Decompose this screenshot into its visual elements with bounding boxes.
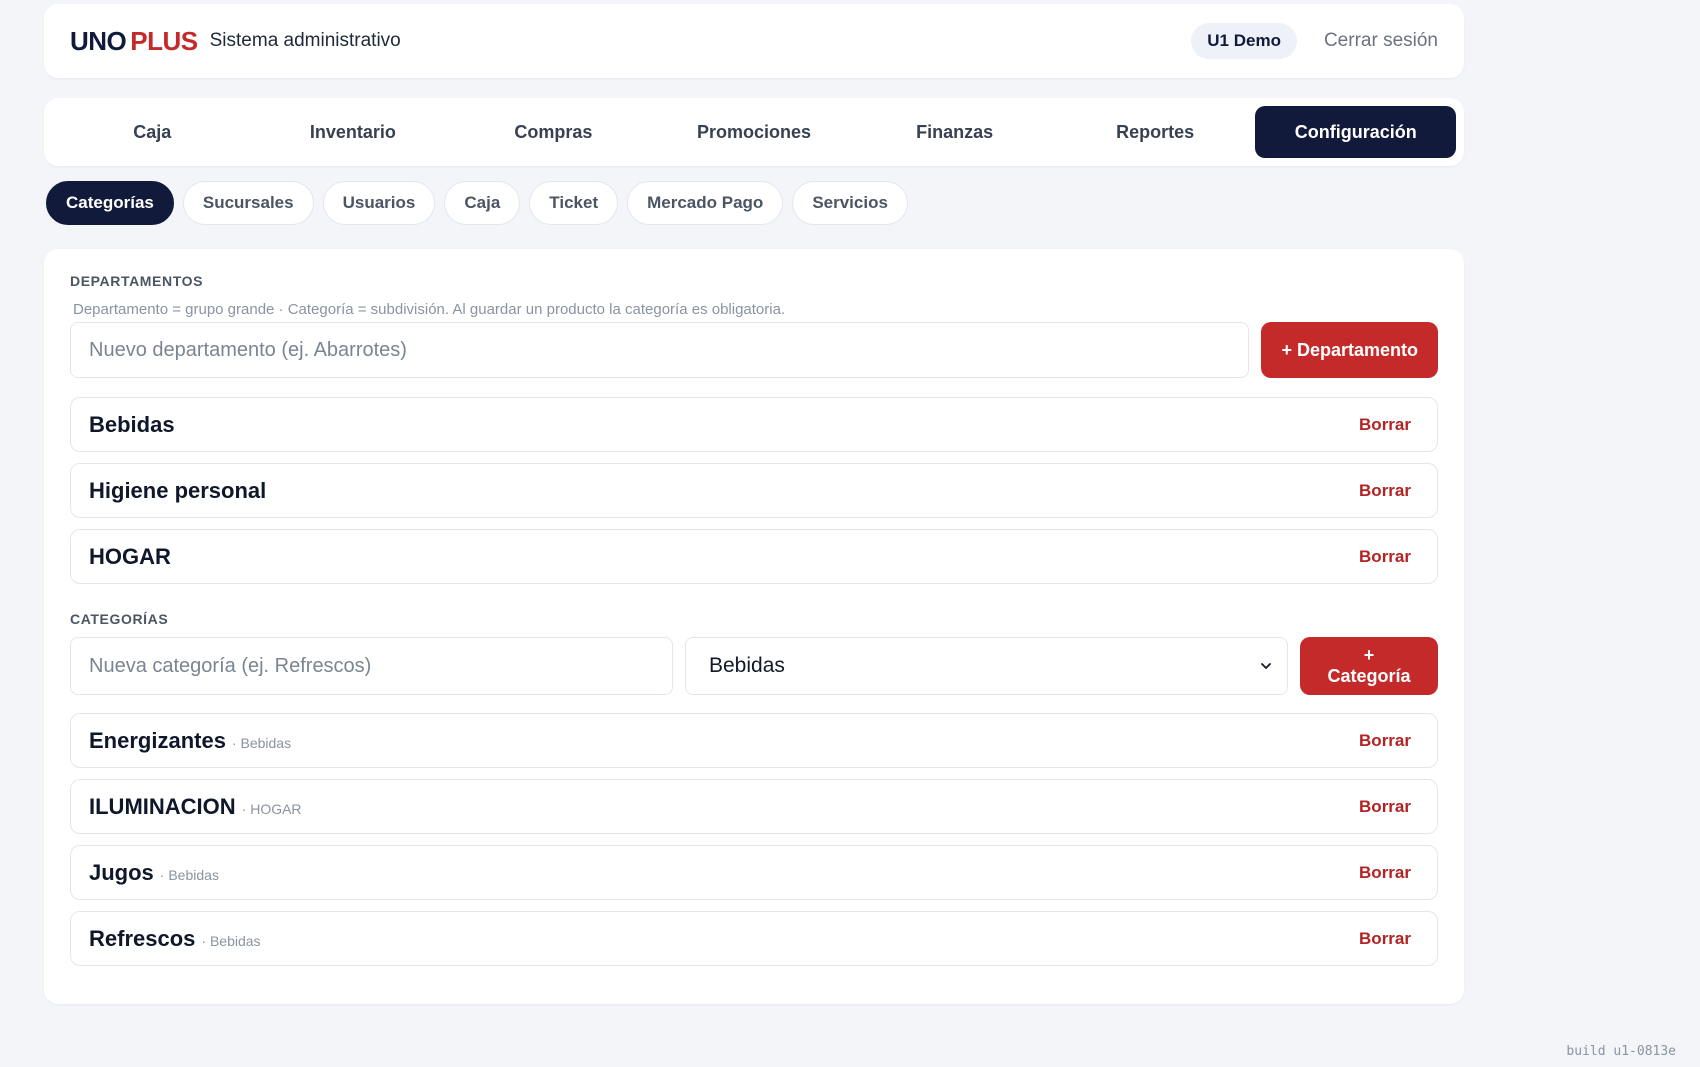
- category-name: Energizantes: [89, 727, 226, 753]
- nav-compras[interactable]: Compras: [453, 106, 654, 158]
- category-row: ILUMINACION · HOGAR Borrar: [70, 779, 1438, 834]
- departments-title: DEPARTAMENTOS: [70, 273, 204, 289]
- subtab-mercado-pago[interactable]: Mercado Pago: [627, 181, 784, 225]
- department-list: Bebidas Borrar Higiene personal Borrar H…: [70, 397, 1438, 584]
- department-name: Higiene personal: [89, 477, 267, 503]
- category-form: Bebidas + Categoría: [70, 637, 1438, 695]
- department-row: Higiene personal Borrar: [70, 463, 1438, 518]
- main-nav: Caja Inventario Compras Promociones Fina…: [44, 98, 1464, 166]
- category-row: Refrescos · Bebidas Borrar: [70, 911, 1438, 966]
- chevron-down-icon: [1261, 663, 1271, 669]
- category-name: ILUMINACION: [89, 793, 236, 819]
- logo-plus: PLUS: [130, 25, 198, 56]
- app-subtitle: Sistema administrativo: [209, 30, 401, 51]
- delete-category-button[interactable]: Borrar: [1359, 797, 1411, 817]
- config-subtabs: Categorías Sucursales Usuarios Caja Tick…: [44, 181, 1464, 225]
- department-row: HOGAR Borrar: [70, 529, 1438, 584]
- subtab-ticket[interactable]: Ticket: [529, 181, 619, 225]
- category-name: Jugos: [89, 859, 154, 885]
- delete-department-button[interactable]: Borrar: [1359, 547, 1411, 567]
- logo: UNO PLUS: [70, 26, 198, 57]
- subtab-usuarios[interactable]: Usuarios: [322, 181, 436, 225]
- department-form: + Departamento: [70, 322, 1438, 378]
- categories-card: DEPARTAMENTOS Departamento = grupo grand…: [44, 249, 1464, 1004]
- category-row: Energizantes · Bebidas Borrar: [70, 713, 1438, 768]
- category-list: Energizantes · Bebidas Borrar ILUMINACIO…: [70, 713, 1438, 966]
- delete-category-button[interactable]: Borrar: [1359, 863, 1411, 883]
- category-department: · Bebidas: [201, 932, 261, 949]
- categories-title: CATEGORÍAS: [70, 611, 169, 627]
- departments-hint: Departamento = grupo grande · Categoría …: [73, 301, 786, 318]
- delete-category-button[interactable]: Borrar: [1359, 929, 1411, 949]
- delete-category-button[interactable]: Borrar: [1359, 731, 1411, 751]
- new-department-input[interactable]: [70, 322, 1250, 378]
- department-row: Bebidas Borrar: [70, 397, 1438, 452]
- subtab-caja[interactable]: Caja: [444, 181, 521, 225]
- nav-promociones[interactable]: Promociones: [654, 106, 855, 158]
- nav-caja[interactable]: Caja: [52, 106, 253, 158]
- logout-link[interactable]: Cerrar sesión: [1324, 30, 1438, 52]
- nav-configuracion[interactable]: Configuración: [1255, 106, 1457, 158]
- subtab-categorias[interactable]: Categorías: [46, 181, 174, 225]
- delete-department-button[interactable]: Borrar: [1359, 481, 1411, 501]
- category-name: Refrescos: [89, 925, 196, 951]
- add-category-button[interactable]: + Categoría: [1300, 637, 1438, 695]
- department-select-value: Bebidas: [709, 654, 785, 677]
- subtab-servicios[interactable]: Servicios: [792, 181, 908, 225]
- app: UNO PLUS Sistema administrativo U1 Demo …: [44, 4, 1464, 1004]
- category-department: · Bebidas: [159, 866, 219, 883]
- build-label: build u1-0813e: [1566, 1044, 1676, 1059]
- category-department: · Bebidas: [231, 734, 292, 751]
- department-name: Bebidas: [89, 411, 175, 437]
- category-department: · HOGAR: [241, 800, 302, 817]
- nav-reportes[interactable]: Reportes: [1055, 106, 1256, 158]
- category-row: Jugos · Bebidas Borrar: [70, 845, 1438, 900]
- add-department-button[interactable]: + Departamento: [1261, 322, 1438, 378]
- nav-inventario[interactable]: Inventario: [253, 106, 454, 158]
- subtab-sucursales[interactable]: Sucursales: [182, 181, 314, 225]
- user-badge: U1 Demo: [1191, 23, 1297, 59]
- delete-department-button[interactable]: Borrar: [1359, 415, 1411, 435]
- logo-uno: UNO: [70, 25, 127, 56]
- department-select[interactable]: Bebidas: [685, 637, 1288, 695]
- department-name: HOGAR: [89, 543, 171, 569]
- nav-finanzas[interactable]: Finanzas: [854, 106, 1055, 158]
- new-category-input[interactable]: [70, 637, 673, 695]
- app-header: UNO PLUS Sistema administrativo U1 Demo …: [44, 4, 1464, 78]
